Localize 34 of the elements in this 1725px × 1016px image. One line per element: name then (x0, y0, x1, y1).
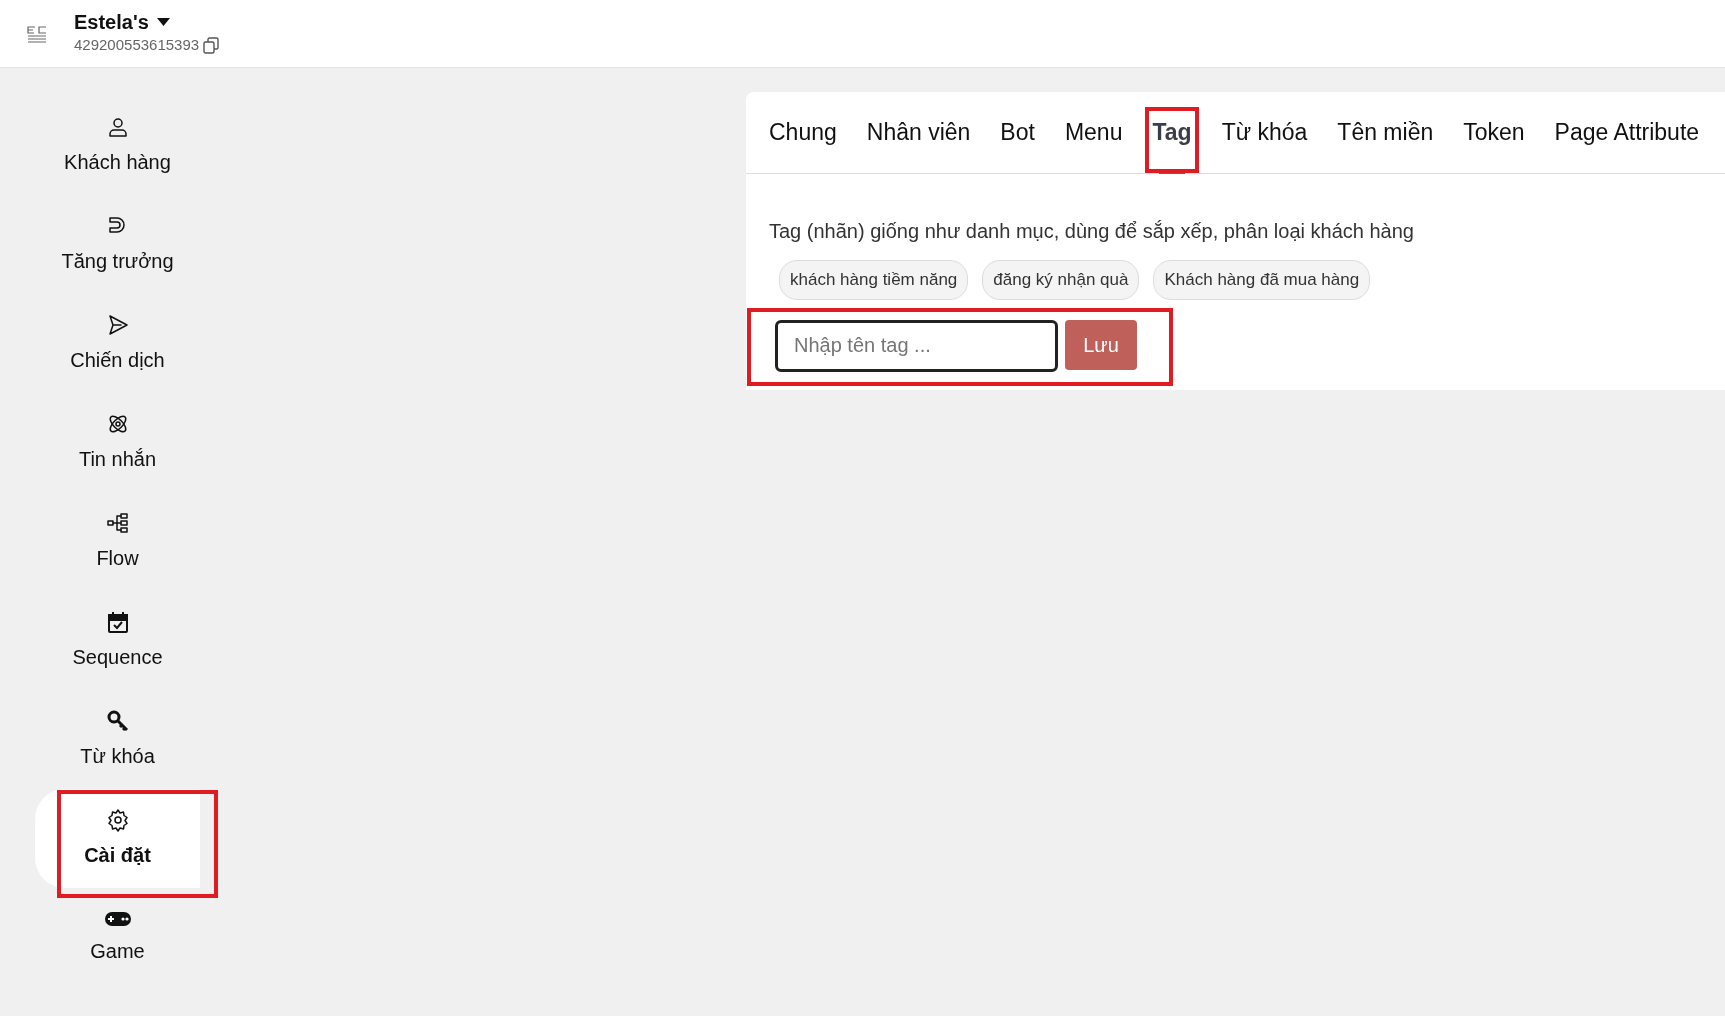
caret-icon[interactable] (156, 18, 170, 27)
tag-chip[interactable]: đăng ký nhận quà (982, 260, 1140, 300)
tag-chip[interactable]: khách hàng tiềm năng (779, 260, 969, 300)
tag-chip[interactable]: Khách hàng đã mua hàng (1153, 260, 1371, 300)
sidebar-item[interactable]: Chiến dịch (35, 294, 200, 393)
settings-icon (105, 807, 130, 832)
tab[interactable]: Từ khóa (1206, 92, 1323, 173)
tab[interactable]: Chung (754, 92, 852, 173)
key-icon (105, 708, 130, 733)
tab[interactable]: Token (1448, 92, 1540, 173)
calendar-icon (105, 609, 130, 634)
page-name[interactable]: Estela's (74, 10, 149, 35)
copy-icon[interactable] (203, 37, 221, 54)
tab[interactable]: Nhân viên (851, 92, 986, 173)
tab[interactable]: Tên miền (1322, 92, 1449, 173)
tag-name-field[interactable]: Nhập tên tag ... (775, 319, 1058, 372)
page-id: 429200553615393 (74, 35, 200, 56)
flow-icon (105, 510, 130, 535)
sidebar-item[interactable]: Sequence (35, 591, 200, 690)
logo-icon (26, 24, 48, 43)
sidebar-item[interactable]: Khách hàng (35, 96, 200, 195)
sidebar-item[interactable]: Flow (35, 492, 200, 591)
sidebar-item[interactable]: Từ khóa (35, 690, 200, 789)
description-text: Tag (nhãn) giống như danh mục, dùng để sắp xếp, phân loại khách hàng (769, 219, 1415, 244)
tab[interactable]: Page Attribute (1539, 92, 1715, 173)
sidebar-item[interactable]: Cài đặt (35, 789, 200, 888)
sidebar-item[interactable]: Game (35, 888, 200, 987)
sidebar-item[interactable]: Tăng trưởng (35, 195, 200, 294)
sidebar-item[interactable]: Tin nhắn (35, 393, 200, 492)
save-button[interactable]: Lưu (1065, 319, 1137, 370)
gamepad-icon (103, 909, 132, 928)
tab[interactable]: Menu (1049, 92, 1138, 173)
tab[interactable]: Tag (1137, 92, 1207, 173)
tab[interactable]: Bot (985, 92, 1050, 173)
